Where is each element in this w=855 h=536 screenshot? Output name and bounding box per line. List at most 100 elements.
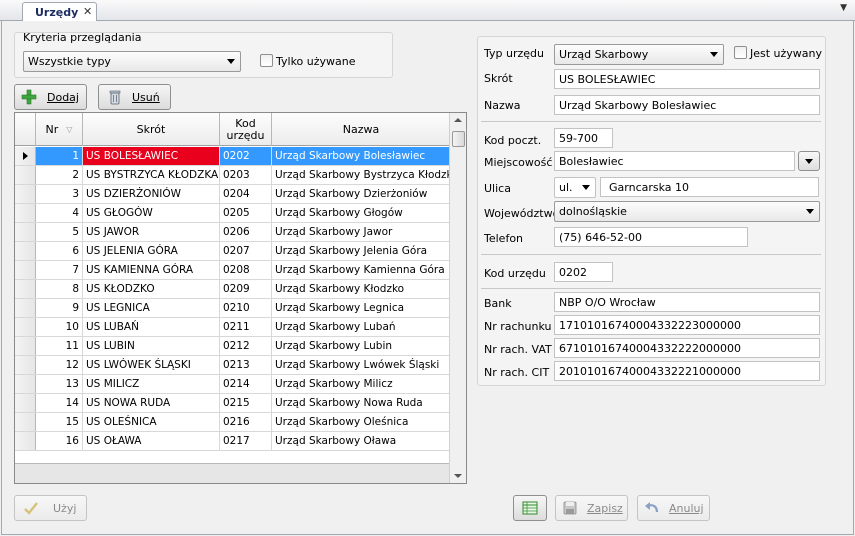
row-indicator[interactable] bbox=[15, 223, 36, 241]
table-row[interactable]: 14 US NOWA RUDA 0215 Urząd Skarbowy Nowa Ru… bbox=[15, 394, 450, 413]
row-indicator[interactable] bbox=[15, 261, 36, 279]
grid-scrollbar[interactable] bbox=[449, 113, 466, 483]
cell-skrot[interactable]: US DZIERŻONIÓW bbox=[83, 185, 220, 203]
nazwa-field[interactable]: Urząd Skarbowy Bolesławiec bbox=[554, 95, 820, 115]
cell-nr[interactable]: 12 bbox=[36, 356, 83, 374]
remove-button[interactable]: Usuń bbox=[98, 84, 171, 110]
cell-skrot[interactable]: US LUBAŃ bbox=[83, 318, 220, 336]
cell-kod[interactable]: 0214 bbox=[220, 375, 272, 393]
cell-skrot[interactable]: US JAWOR bbox=[83, 223, 220, 241]
scroll-down-icon[interactable] bbox=[454, 474, 462, 478]
row-indicator[interactable] bbox=[15, 204, 36, 222]
cell-nazwa[interactable]: Urząd Skarbowy Jawor bbox=[272, 223, 450, 241]
cell-kod[interactable]: 0216 bbox=[220, 413, 272, 431]
column-header-nazwa[interactable]: Nazwa bbox=[272, 113, 450, 146]
kod-poczt-field[interactable]: 59-700 bbox=[554, 128, 613, 148]
cell-skrot[interactable]: US KŁODZKO bbox=[83, 280, 220, 298]
save-button[interactable]: Zapisz bbox=[555, 495, 628, 521]
table-row[interactable]: 5 US JAWOR 0206 Urząd Skarbowy Jawor bbox=[15, 223, 450, 242]
table-row[interactable]: 7 US KAMIENNA GÓRA 0208 Urząd Skarbowy Kami… bbox=[15, 261, 450, 280]
cell-kod[interactable]: 0210 bbox=[220, 299, 272, 317]
cell-nazwa[interactable]: Urząd Skarbowy Lwówek Śląski bbox=[272, 356, 450, 374]
cell-kod[interactable]: 0207 bbox=[220, 242, 272, 260]
column-header-nr[interactable]: Nr ▽ bbox=[36, 113, 83, 146]
ulica-prefix-select[interactable]: ul. bbox=[554, 177, 596, 198]
cell-skrot[interactable]: US BYSTRZYCA KŁODZKA bbox=[83, 166, 220, 184]
skrot-field[interactable]: US BOLESŁAWIEC bbox=[554, 69, 820, 89]
cell-nazwa[interactable]: Urząd Skarbowy Legnica bbox=[272, 299, 450, 317]
woj-select[interactable]: dolnośląskie bbox=[554, 201, 820, 222]
column-header-kod[interactable]: Kod urzędu bbox=[220, 113, 272, 146]
bank-field[interactable]: NBP O/O Wrocław bbox=[554, 292, 820, 312]
cell-skrot[interactable]: US LWÓWEK ŚLĄSKI bbox=[83, 356, 220, 374]
telefon-field[interactable]: (75) 646-52-00 bbox=[554, 227, 748, 247]
cell-nazwa[interactable]: Urząd Skarbowy Jelenia Góra bbox=[272, 242, 450, 260]
offices-grid[interactable]: Nr ▽ Skrót Kod urzędu Nazwa 1 US BOLESŁAW… bbox=[14, 112, 467, 484]
table-row[interactable]: 10 US LUBAŃ 0211 Urząd Skarbowy Lubań bbox=[15, 318, 450, 337]
only-used-checkbox[interactable] bbox=[260, 54, 273, 67]
cell-nr[interactable]: 7 bbox=[36, 261, 83, 279]
table-row[interactable]: 15 US OLEŚNICA 0216 Urząd Skarbowy Oleśnica bbox=[15, 413, 450, 432]
cell-kod[interactable]: 0204 bbox=[220, 185, 272, 203]
kod-urzedu-field[interactable]: 0202 bbox=[554, 262, 613, 282]
cell-nazwa[interactable]: Urząd Skarbowy Kamienna Góra bbox=[272, 261, 450, 279]
cell-nr[interactable]: 16 bbox=[36, 432, 83, 450]
ulica-field[interactable]: Garncarska 10 bbox=[600, 177, 819, 197]
used-checkbox[interactable] bbox=[734, 46, 747, 59]
cell-nr[interactable]: 2 bbox=[36, 166, 83, 184]
cell-nr[interactable]: 1 bbox=[36, 147, 83, 165]
cell-skrot[interactable]: US KAMIENNA GÓRA bbox=[83, 261, 220, 279]
row-indicator[interactable] bbox=[15, 242, 36, 260]
nr-rach-vat-field[interactable]: 67101016740004332222000000 bbox=[554, 338, 820, 358]
cancel-button[interactable]: Anuluj bbox=[637, 495, 710, 521]
cell-skrot[interactable]: US NOWA RUDA bbox=[83, 394, 220, 412]
cell-skrot[interactable]: US LEGNICA bbox=[83, 299, 220, 317]
cell-kod[interactable]: 0206 bbox=[220, 223, 272, 241]
tab-urzedy[interactable]: Urzędy ✕ bbox=[22, 2, 97, 22]
cell-kod[interactable]: 0209 bbox=[220, 280, 272, 298]
row-indicator[interactable] bbox=[15, 432, 36, 450]
row-indicator[interactable] bbox=[15, 299, 36, 317]
cell-nazwa[interactable]: Urząd Skarbowy Lubin bbox=[272, 337, 450, 355]
cell-nazwa[interactable]: Urząd Skarbowy Głogów bbox=[272, 204, 450, 222]
table-row[interactable]: 13 US MILICZ 0214 Urząd Skarbowy Milicz bbox=[15, 375, 450, 394]
cell-skrot[interactable]: US BOLESŁAWIEC bbox=[83, 147, 220, 165]
table-row[interactable]: 6 US JELENIA GÓRA 0207 Urząd Skarbowy Jelen… bbox=[15, 242, 450, 261]
cell-nr[interactable]: 13 bbox=[36, 375, 83, 393]
cell-kod[interactable]: 0208 bbox=[220, 261, 272, 279]
add-button[interactable]: Dodaj bbox=[14, 84, 87, 110]
cell-kod[interactable]: 0213 bbox=[220, 356, 272, 374]
row-indicator[interactable] bbox=[15, 375, 36, 393]
row-indicator[interactable] bbox=[15, 280, 36, 298]
table-row[interactable]: 8 US KŁODZKO 0209 Urząd Skarbowy Kłodzko bbox=[15, 280, 450, 299]
cell-kod[interactable]: 0212 bbox=[220, 337, 272, 355]
cell-nr[interactable]: 8 bbox=[36, 280, 83, 298]
cell-nazwa[interactable]: Urząd Skarbowy Milicz bbox=[272, 375, 450, 393]
cell-nr[interactable]: 15 bbox=[36, 413, 83, 431]
cell-nazwa[interactable]: Urząd Skarbowy Bolesławiec bbox=[272, 147, 450, 165]
cell-nr[interactable]: 5 bbox=[36, 223, 83, 241]
cell-kod[interactable]: 0211 bbox=[220, 318, 272, 336]
row-indicator[interactable] bbox=[15, 356, 36, 374]
cell-nazwa[interactable]: Urząd Skarbowy Bystrzyca Kłodzka bbox=[272, 166, 450, 184]
cell-kod[interactable]: 0215 bbox=[220, 394, 272, 412]
cell-kod[interactable]: 0203 bbox=[220, 166, 272, 184]
cell-nr[interactable]: 6 bbox=[36, 242, 83, 260]
column-header-skrot[interactable]: Skrót bbox=[83, 113, 220, 146]
table-view-button[interactable] bbox=[513, 495, 547, 521]
cell-nr[interactable]: 9 bbox=[36, 299, 83, 317]
cell-nr[interactable]: 10 bbox=[36, 318, 83, 336]
table-row[interactable]: 16 US OŁAWA 0217 Urząd Skarbowy Oława bbox=[15, 432, 450, 451]
row-indicator[interactable] bbox=[15, 337, 36, 355]
row-indicator[interactable] bbox=[15, 413, 36, 431]
scroll-up-icon[interactable] bbox=[454, 118, 462, 122]
cell-skrot[interactable]: US JELENIA GÓRA bbox=[83, 242, 220, 260]
row-indicator[interactable] bbox=[15, 185, 36, 203]
tab-menu-icon[interactable]: ▼ bbox=[840, 3, 847, 13]
cell-nr[interactable]: 14 bbox=[36, 394, 83, 412]
cell-nazwa[interactable]: Urząd Skarbowy Nowa Ruda bbox=[272, 394, 450, 412]
cell-nazwa[interactable]: Urząd Skarbowy Oleśnica bbox=[272, 413, 450, 431]
table-row[interactable]: 1 US BOLESŁAWIEC 0202 Urząd Skarbowy Bolesł… bbox=[15, 147, 450, 166]
cell-nr[interactable]: 3 bbox=[36, 185, 83, 203]
nr-rach-cit-field[interactable]: 20101016740004332221000000 bbox=[554, 361, 820, 381]
